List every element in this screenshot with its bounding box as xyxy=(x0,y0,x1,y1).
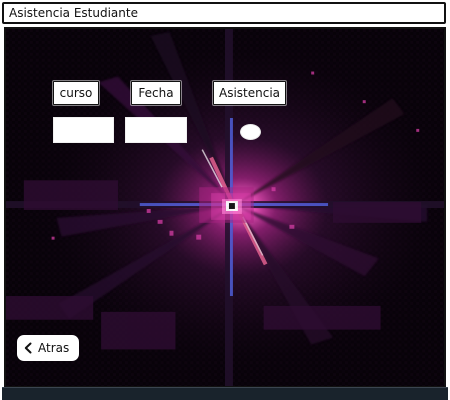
course-input[interactable] xyxy=(53,117,114,143)
attendance-label: Asistencia xyxy=(213,81,286,105)
date-input[interactable] xyxy=(125,117,187,143)
window-title: Asistencia Estudiante xyxy=(9,6,138,20)
attendance-indicator[interactable] xyxy=(240,124,261,140)
back-button-label: Atras xyxy=(38,341,70,355)
attendance-screen: curso Fecha Asistencia Atras xyxy=(4,27,446,388)
course-label: curso xyxy=(53,81,99,105)
back-button[interactable]: Atras xyxy=(17,335,79,361)
bottom-status-band xyxy=(2,387,448,400)
date-label: Fecha xyxy=(131,81,181,105)
window-title-bar: Asistencia Estudiante xyxy=(2,2,446,24)
app-window: Asistencia Estudiante curso Fecha Asiste… xyxy=(0,0,450,400)
chevron-left-icon xyxy=(23,342,33,354)
